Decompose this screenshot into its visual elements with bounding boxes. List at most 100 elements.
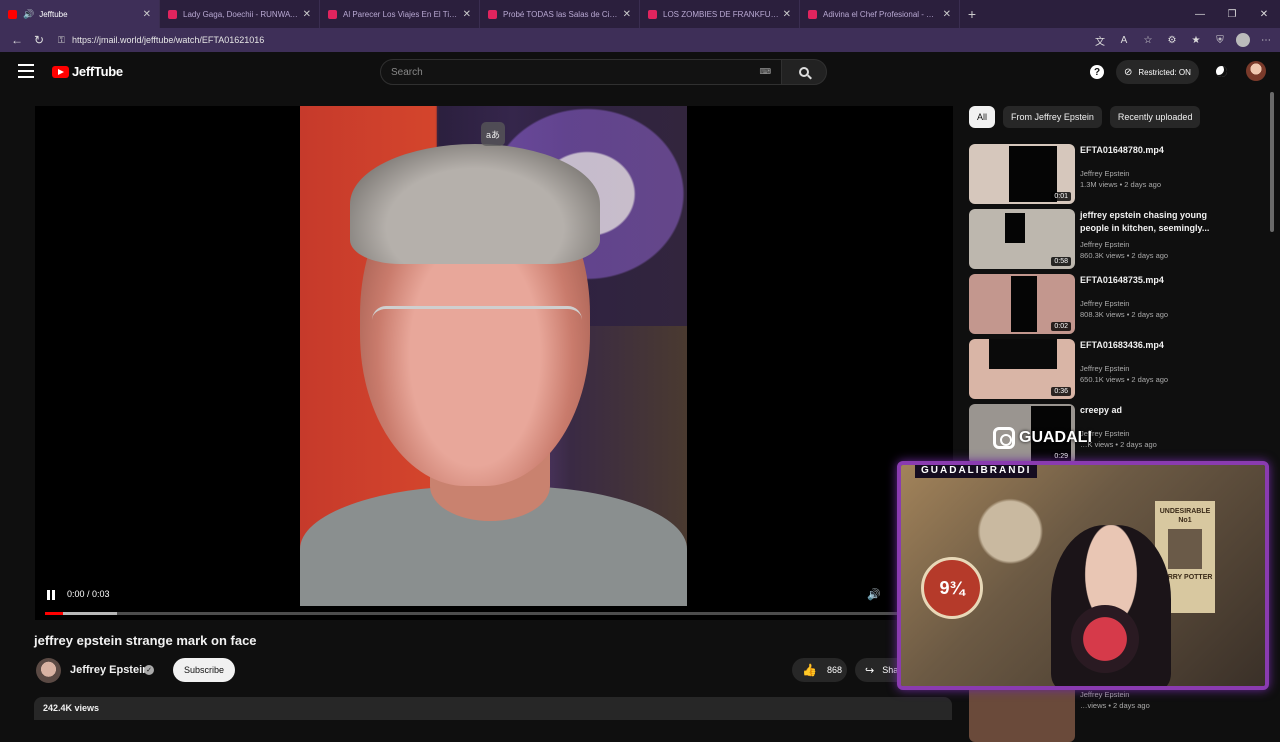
recommended-video[interactable]: 0:58 jeffrey epstein chasing young peopl… — [969, 209, 1269, 269]
channel-name[interactable]: Jeffrey Epstein — [70, 664, 149, 676]
search-input[interactable]: Search ⌨ — [380, 59, 782, 85]
channel-avatar[interactable] — [36, 658, 61, 683]
tab-title: LOS ZOMBIES DE FRANKFURT (JAN — [663, 9, 779, 19]
close-window-icon[interactable]: ✕ — [1248, 0, 1280, 28]
url-field[interactable]: ⚿ https://jmail.world/jefftube/watch/EFT… — [58, 31, 1098, 49]
close-tab-icon[interactable]: ✕ — [143, 9, 151, 20]
maximize-icon[interactable]: ❐ — [1216, 0, 1248, 28]
close-tab-icon[interactable]: ✕ — [783, 9, 791, 20]
translate-icon[interactable]: 文 — [1092, 30, 1108, 50]
browser-tab[interactable]: Al Parecer Los Viajes En El Tiempo ✕ — [320, 0, 480, 28]
scrollbar[interactable] — [1270, 92, 1274, 232]
restricted-mode-toggle[interactable]: ⊘ Restricted: ON — [1116, 60, 1199, 84]
more-options-icon[interactable]: ⋯ — [1258, 30, 1274, 50]
browser-tab[interactable]: Lady Gaga, Doechii - RUNWAY (Of ✕ — [160, 0, 320, 28]
platform-sign: 9¾ — [921, 557, 983, 619]
close-tab-icon[interactable]: ✕ — [463, 9, 471, 20]
recommended-title[interactable]: jeffrey epstein chasing young people in … — [1080, 209, 1210, 235]
chip-from-channel[interactable]: From Jeffrey Epstein — [1003, 106, 1102, 128]
description-box[interactable]: 242.4K views — [34, 697, 952, 720]
like-button[interactable]: 👍 868 — [792, 658, 847, 682]
audio-playing-icon[interactable]: 🔊 — [23, 9, 34, 20]
hamburger-menu-icon[interactable] — [18, 64, 34, 78]
browser-profile-icon[interactable] — [1236, 33, 1250, 47]
favorites-icon[interactable]: ★ — [1188, 30, 1204, 50]
favorite-star-icon[interactable]: ☆ — [1140, 30, 1156, 50]
close-tab-icon[interactable]: ✕ — [303, 9, 311, 20]
extensions-icon[interactable]: ⚙ — [1164, 30, 1180, 50]
streamer-name: GUADALIBRANDI — [915, 465, 1038, 478]
refresh-icon[interactable]: ↻ — [28, 30, 50, 50]
video-thumbnail[interactable]: 0:02 — [969, 274, 1075, 334]
recommended-channel[interactable]: Jeffrey Epstein — [1080, 169, 1129, 178]
duration-badge: 0:29 — [1051, 452, 1071, 461]
video-player[interactable]: aあ 0:00 / 0:03 🔊 — [35, 106, 953, 620]
tab-title: Adivina el Chef Profesional - YouT — [823, 9, 939, 19]
search-placeholder: Search — [391, 66, 423, 78]
video-thumbnail[interactable]: 0:01 — [969, 144, 1075, 204]
filter-chips: All From Jeffrey Epstein Recently upload… — [969, 106, 1201, 128]
new-tab-icon[interactable]: + — [960, 0, 984, 28]
like-count: 868 — [826, 665, 842, 675]
recommended-video[interactable]: 0:02 EFTA01648735.mp4 Jeffrey Epstein 80… — [969, 274, 1269, 334]
played-bar — [45, 612, 63, 615]
video-title: jeffrey epstein strange mark on face — [34, 633, 257, 648]
browser-tab[interactable]: Probé TODAS las Salas de Cine en ✕ — [480, 0, 640, 28]
search-button[interactable] — [781, 59, 827, 85]
keyboard-icon[interactable]: ⌨ — [759, 67, 771, 76]
restricted-label: Restricted: ON — [1138, 67, 1191, 77]
subscribe-button[interactable]: Subscribe — [173, 658, 235, 682]
close-tab-icon[interactable]: ✕ — [623, 9, 631, 20]
close-tab-icon[interactable]: ✕ — [943, 9, 951, 20]
recommended-title[interactable]: creepy ad — [1080, 404, 1210, 417]
recommended-channel[interactable]: Jeffrey Epstein — [1080, 240, 1129, 249]
verified-check-icon: ✓ — [144, 665, 154, 675]
instagram-watermark: GUADALI — [993, 427, 1092, 449]
time-display: 0:00 / 0:03 — [67, 589, 110, 599]
progress-bar[interactable] — [45, 612, 945, 615]
browser-tab[interactable]: LOS ZOMBIES DE FRANKFURT (JAN ✕ — [640, 0, 800, 28]
chip-recently-uploaded[interactable]: Recently uploaded — [1109, 106, 1201, 128]
logo-text: JeffTube — [72, 64, 123, 79]
volume-icon[interactable]: 🔊 — [867, 588, 881, 601]
recommended-video[interactable]: 0:01 EFTA01648780.mp4 Jeffrey Epstein 1.… — [969, 144, 1269, 204]
site-logo[interactable]: JeffTube — [52, 64, 123, 79]
recommended-title[interactable]: EFTA01648735.mp4 — [1080, 274, 1210, 287]
read-aloud-icon[interactable]: A — [1116, 30, 1132, 50]
chip-all[interactable]: All — [969, 106, 996, 128]
tab-favicon-icon — [488, 9, 497, 19]
wanted-poster-heading: UNDESIRABLE No1 — [1159, 508, 1211, 524]
caption-language-icon[interactable]: aあ — [481, 122, 505, 146]
tab-title: Lady Gaga, Doechii - RUNWAY (Of — [183, 9, 299, 19]
recommended-channel[interactable]: Jeffrey Epstein — [1080, 364, 1129, 373]
player-controls: 0:00 / 0:03 🔊 — [35, 582, 953, 620]
recommended-channel[interactable]: Jeffrey Epstein — [1080, 299, 1129, 308]
browser-tab[interactable]: 🔊 Jefftube ✕ — [0, 0, 160, 28]
tab-title: Jefftube — [39, 9, 68, 19]
shield-icon[interactable]: ⛨ — [1212, 30, 1228, 50]
recommended-meta: 1.3M views • 2 days ago — [1080, 180, 1161, 189]
minimize-icon[interactable]: — — [1184, 0, 1216, 28]
wanted-poster-photo — [1168, 529, 1202, 569]
recommended-video[interactable]: 0:36 EFTA01683436.mp4 Jeffrey Epstein 65… — [969, 339, 1269, 399]
browser-tab[interactable]: Adivina el Chef Profesional - YouT ✕ — [800, 0, 960, 28]
recommended-video[interactable]: Jeffrey Epstein …views • 2 days ago — [969, 682, 1269, 742]
youtube-favicon-icon — [8, 9, 17, 19]
recommended-channel[interactable]: Jeffrey Epstein — [1080, 690, 1129, 699]
grey-hair — [350, 144, 600, 264]
video-thumbnail[interactable] — [969, 682, 1075, 742]
video-thumbnail[interactable]: 0:58 — [969, 209, 1075, 269]
back-icon[interactable]: ← — [6, 30, 28, 50]
video-frame — [300, 106, 687, 606]
dark-mode-moon-icon[interactable] — [1216, 66, 1227, 77]
help-icon[interactable]: ? — [1090, 65, 1104, 79]
video-thumbnail[interactable]: 0:36 — [969, 339, 1075, 399]
recommended-title[interactable]: EFTA01648780.mp4 — [1080, 144, 1210, 157]
recommended-meta: 650.1K views • 2 days ago — [1080, 375, 1169, 384]
play-logo-icon — [52, 65, 69, 78]
pause-icon[interactable] — [47, 590, 57, 600]
recommended-title[interactable]: EFTA01683436.mp4 — [1080, 339, 1210, 352]
site-info-icon[interactable]: ⚿ — [58, 35, 72, 46]
account-avatar[interactable] — [1246, 61, 1266, 81]
tab-title: Al Parecer Los Viajes En El Tiempo — [343, 9, 459, 19]
